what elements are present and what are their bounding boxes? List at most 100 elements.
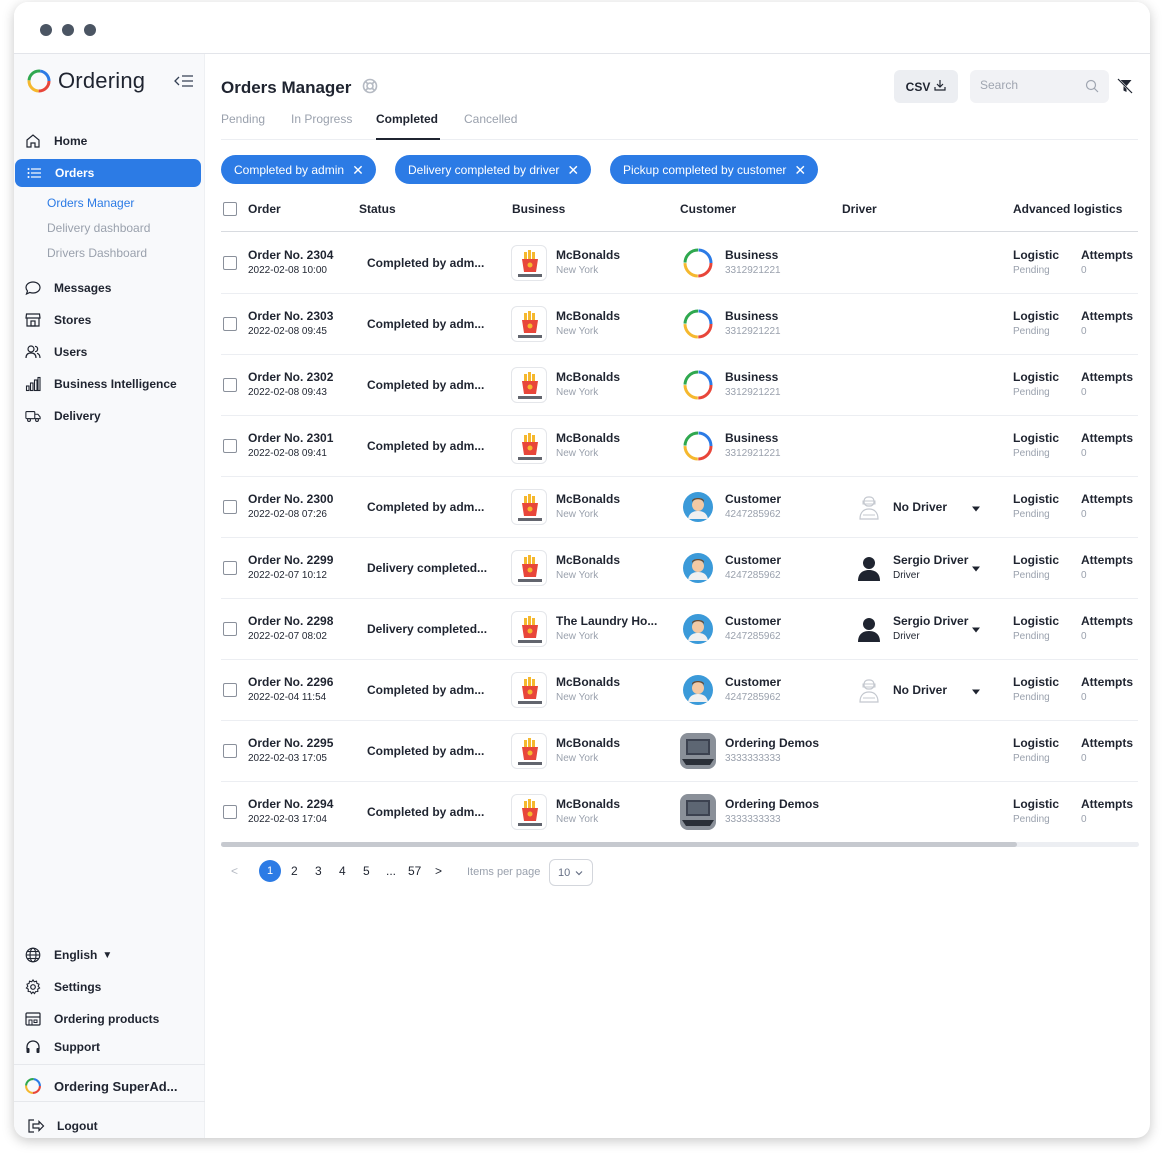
order-number[interactable]: Order No. 2298 [248,614,333,628]
business-city: New York [556,692,599,703]
customer-name: Customer [725,492,782,506]
table-row[interactable]: Order No. 2294 2022-02-03 17:04 Completed … [221,782,1138,843]
window-dot[interactable] [62,24,74,36]
column-header-status[interactable]: Status [359,202,396,216]
table-row[interactable]: Order No. 2298 2022-02-07 08:02 Delivery c… [221,599,1138,660]
row-checkbox[interactable] [223,378,237,392]
items-per-page-select[interactable]: 10 [549,859,593,886]
row-checkbox[interactable] [223,439,237,453]
language-selector[interactable]: English ▼ [14,943,205,967]
driver-dropdown-caret-icon[interactable] [971,683,981,701]
row-checkbox[interactable] [223,805,237,819]
window-dot[interactable] [84,24,96,36]
driver-dropdown-caret-icon[interactable] [971,560,981,578]
order-number[interactable]: Order No. 2301 [248,431,333,445]
clear-filter-icon[interactable] [1117,78,1133,99]
account-menu[interactable]: Ordering SuperAd... [14,1074,205,1098]
table-row[interactable]: Order No. 2301 2022-02-08 09:41 Completed … [221,416,1138,477]
prev-page-button[interactable]: < [231,864,238,878]
brand[interactable]: Ordering [26,68,145,94]
driver-name: No Driver [893,683,948,697]
order-number[interactable]: Order No. 2294 [248,797,333,811]
page-button[interactable]: 2 [291,864,298,878]
search-input[interactable] [980,78,1080,92]
chevron-down-icon [575,867,583,879]
page-button[interactable]: 5 [363,864,370,878]
tab-cancelled[interactable]: Cancelled [464,112,517,126]
order-number[interactable]: Order No. 2303 [248,309,333,323]
sidebar-subitem-orders-manager[interactable]: Orders Manager [47,196,134,210]
row-checkbox[interactable] [223,317,237,331]
sidebar-item-ordering-products[interactable]: Ordering products [14,1007,205,1031]
sidebar-item-orders[interactable]: Orders [15,159,201,187]
attempts-count: 0 [1081,448,1087,459]
column-header-order[interactable]: Order [248,202,281,216]
row-checkbox[interactable] [223,622,237,636]
horizontal-scrollbar[interactable] [221,842,1139,847]
order-number[interactable]: Order No. 2299 [248,553,333,567]
table-row[interactable]: Order No. 2296 2022-02-04 11:54 Completed … [221,660,1138,721]
order-number[interactable]: Order No. 2296 [248,675,333,689]
sidebar-subitem-delivery-dashboard[interactable]: Delivery dashboard [47,221,150,235]
order-number[interactable]: Order No. 2295 [248,736,333,750]
order-number[interactable]: Order No. 2302 [248,370,333,384]
collapse-sidebar-icon[interactable] [174,74,194,93]
column-header-advanced-logistics[interactable]: Advanced logistics [1013,202,1122,216]
table-row[interactable]: Order No. 2299 2022-02-07 10:12 Delivery c… [221,538,1138,599]
column-header-driver[interactable]: Driver [842,202,877,216]
filter-chip[interactable]: Completed by admin ✕ [221,155,376,184]
search-box[interactable] [970,70,1109,103]
page-button[interactable]: 1 [259,860,281,882]
tab-completed[interactable]: Completed [376,112,438,126]
filter-chip[interactable]: Pickup completed by customer ✕ [610,155,819,184]
page-button[interactable]: 4 [339,864,346,878]
sidebar-item-messages[interactable]: Messages [14,274,205,302]
export-csv-button[interactable]: CSV [894,70,958,103]
logout-button[interactable]: Logout [14,1114,205,1138]
close-icon[interactable]: ✕ [794,163,806,177]
row-checkbox[interactable] [223,683,237,697]
page-button[interactable]: 3 [315,864,322,878]
sidebar-item-business-intelligence[interactable]: Business Intelligence [14,370,205,398]
row-checkbox[interactable] [223,500,237,514]
driver-dropdown-caret-icon[interactable] [971,621,981,639]
column-header-business[interactable]: Business [512,202,565,216]
row-checkbox[interactable] [223,256,237,270]
sidebar-item-delivery[interactable]: Delivery [14,402,205,430]
order-status: Completed by adm... [367,744,485,758]
column-header-customer[interactable]: Customer [680,202,736,216]
tab-in-progress[interactable]: In Progress [291,112,352,126]
table-row[interactable]: Order No. 2295 2022-02-03 17:05 Completed … [221,721,1138,782]
table-row[interactable]: Order No. 2304 2022-02-08 10:00 Completed … [221,233,1138,294]
sidebar-item-support[interactable]: Support [14,1035,205,1059]
sidebar-item-home[interactable]: Home [14,127,205,155]
row-checkbox[interactable] [223,744,237,758]
order-date: 2022-02-08 07:26 [248,509,327,520]
page-button[interactable]: 57 [408,864,421,878]
sidebar-subitem-drivers-dashboard[interactable]: Drivers Dashboard [47,246,147,260]
row-checkbox[interactable] [223,561,237,575]
driver-dropdown-caret-icon[interactable] [971,500,981,518]
order-number[interactable]: Order No. 2304 [248,248,333,262]
attempts-label: Attempts [1081,431,1134,445]
order-number[interactable]: Order No. 2300 [248,492,333,506]
attempts-count: 0 [1081,631,1087,642]
search-icon[interactable] [1085,79,1099,98]
window-dot[interactable] [40,24,52,36]
close-icon[interactable]: ✕ [352,163,364,177]
table-row[interactable]: Order No. 2300 2022-02-08 07:26 Completed … [221,477,1138,538]
logistic-label: Logistic [1013,797,1060,811]
table-row[interactable]: Order No. 2303 2022-02-08 09:45 Completed … [221,294,1138,355]
window-titlebar [14,2,1150,54]
close-icon[interactable]: ✕ [567,163,579,177]
select-all-checkbox[interactable] [223,202,237,216]
next-page-button[interactable]: > [435,864,442,878]
table-row[interactable]: Order No. 2302 2022-02-08 09:43 Completed … [221,355,1138,416]
sidebar-item-stores[interactable]: Stores [14,306,205,334]
sidebar-item-settings[interactable]: Settings [14,975,205,999]
scrollbar-thumb[interactable] [221,842,1017,847]
sidebar-item-users[interactable]: Users [14,338,205,366]
help-icon[interactable] [362,78,378,99]
tab-pending[interactable]: Pending [221,112,265,126]
filter-chip[interactable]: Delivery completed by driver ✕ [395,155,592,184]
